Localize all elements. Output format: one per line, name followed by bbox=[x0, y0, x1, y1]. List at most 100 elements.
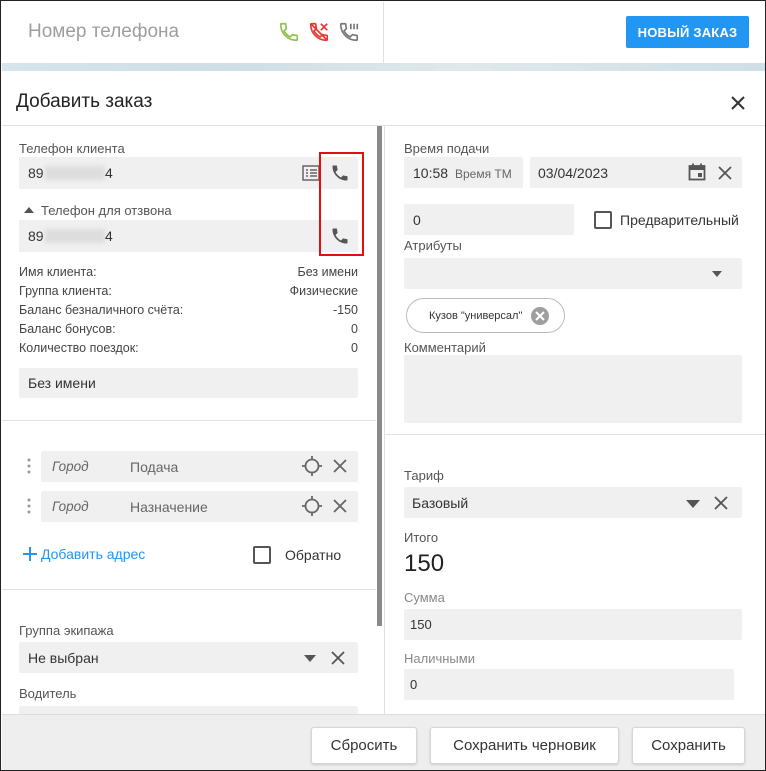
save-draft-button[interactable]: Сохранить черновик bbox=[430, 727, 619, 764]
chevron-down-icon[interactable] bbox=[304, 655, 316, 662]
callback-phone-field[interactable]: 89 4 bbox=[19, 220, 358, 252]
client-phone-field[interactable]: 89 4 bbox=[19, 157, 358, 189]
pickup-time-label: Время подачи bbox=[404, 141, 490, 156]
info-key: Имя клиента: bbox=[19, 265, 97, 279]
tariff-select[interactable]: Базовый bbox=[404, 487, 742, 518]
crew-group-value: Не выбран bbox=[28, 650, 99, 666]
crew-group-select[interactable]: Не выбран bbox=[19, 642, 358, 673]
time-value: 10:58 bbox=[413, 165, 449, 181]
app-window: Номер телефона НОВЫЙ ЗАКАЗ Добавить зака… bbox=[0, 0, 766, 771]
sum-label: Сумма bbox=[404, 590, 445, 605]
client-phone-prefix: 89 bbox=[28, 165, 44, 181]
attributes-label: Атрибуты bbox=[404, 238, 462, 253]
comment-textarea[interactable] bbox=[404, 355, 742, 423]
new-order-button[interactable]: НОВЫЙ ЗАКАЗ bbox=[626, 16, 749, 48]
city-placeholder: Город bbox=[52, 499, 89, 514]
top-bar: Номер телефона НОВЫЙ ЗАКАЗ bbox=[2, 2, 765, 64]
close-icon[interactable] bbox=[728, 93, 748, 113]
clear-icon[interactable] bbox=[714, 496, 728, 510]
pickup-address-field[interactable]: Город Подача bbox=[41, 451, 358, 482]
cash-field[interactable]: 0 bbox=[404, 669, 734, 700]
divider bbox=[385, 434, 765, 435]
client-info-row: Баланс безналичного счёта: -150 bbox=[19, 303, 358, 322]
client-info-row: Баланс бонусов: 0 bbox=[19, 322, 358, 341]
attributes-select[interactable] bbox=[404, 258, 742, 289]
info-value: Без имени bbox=[297, 265, 359, 279]
save-button[interactable]: Сохранить bbox=[632, 727, 745, 764]
chevron-down-icon[interactable] bbox=[712, 271, 722, 277]
sum-field[interactable]: 150 bbox=[404, 609, 742, 640]
minutes-input[interactable]: 0 bbox=[404, 204, 574, 235]
locate-icon[interactable] bbox=[302, 496, 322, 516]
right-panel: Время подачи 10:58 Время ТМ 03/04/2023 0… bbox=[384, 126, 765, 714]
attribute-chip-label: Кузов "универсал" bbox=[429, 310, 523, 322]
date-value: 03/04/2023 bbox=[538, 165, 609, 181]
time-zone-label: Время ТМ bbox=[455, 167, 512, 181]
scrollbar[interactable] bbox=[377, 126, 382, 626]
return-label: Обратно bbox=[285, 547, 342, 563]
call-hold-icon[interactable] bbox=[338, 21, 360, 43]
attribute-chip[interactable]: Кузов "универсал" bbox=[406, 298, 565, 333]
destination-address-field[interactable]: Город Назначение bbox=[41, 491, 358, 522]
phone-number-input[interactable]: Номер телефона bbox=[28, 21, 179, 43]
crew-group-label: Группа экипажа bbox=[19, 623, 114, 638]
client-info-row: Имя клиента: Без имени bbox=[19, 265, 358, 284]
redacted-digits bbox=[45, 229, 105, 243]
clear-icon[interactable] bbox=[333, 459, 347, 473]
clear-icon[interactable] bbox=[331, 651, 345, 665]
reset-button[interactable]: Сбросить bbox=[311, 727, 417, 764]
minutes-value: 0 bbox=[413, 212, 421, 228]
client-info-row: Количество поездок: 0 bbox=[19, 341, 358, 360]
clear-icon[interactable] bbox=[333, 499, 347, 513]
top-bar-divider bbox=[383, 2, 384, 64]
comment-label: Комментарий bbox=[404, 340, 486, 355]
info-value: Физические bbox=[289, 284, 358, 298]
drag-handle-icon[interactable] bbox=[26, 498, 32, 514]
call-icon[interactable] bbox=[278, 21, 300, 43]
locate-icon[interactable] bbox=[302, 456, 322, 476]
time-field[interactable]: 10:58 Время ТМ bbox=[404, 157, 523, 188]
info-value: 0 bbox=[351, 322, 358, 336]
sum-value: 150 bbox=[410, 617, 432, 632]
divider bbox=[2, 420, 376, 421]
client-info-row: Группа клиента: Физические bbox=[19, 284, 358, 303]
clear-icon[interactable] bbox=[718, 166, 732, 180]
address-placeholder: Назначение bbox=[130, 499, 208, 515]
info-key: Баланс безналичного счёта: bbox=[19, 303, 184, 317]
redacted-digits bbox=[45, 166, 105, 180]
info-key: Группа клиента: bbox=[19, 284, 112, 298]
info-key: Баланс бонусов: bbox=[19, 322, 116, 336]
tariff-label: Тариф bbox=[404, 468, 444, 483]
client-phone-suffix: 4 bbox=[105, 165, 113, 181]
cash-label: Наличными bbox=[404, 651, 475, 666]
client-name-field[interactable]: Без имени bbox=[19, 368, 358, 398]
map-background bbox=[2, 63, 765, 71]
tariff-value: Базовый bbox=[412, 495, 469, 511]
modal-header: Добавить заказ bbox=[2, 71, 765, 126]
hang-up-icon[interactable] bbox=[308, 21, 330, 43]
driver-label: Водитель bbox=[19, 686, 77, 701]
collapse-arrow-icon[interactable] bbox=[24, 206, 34, 214]
preliminary-checkbox[interactable] bbox=[594, 211, 612, 229]
calendar-icon[interactable] bbox=[688, 163, 706, 181]
client-card-icon[interactable] bbox=[302, 164, 320, 182]
info-value: 0 bbox=[351, 341, 358, 355]
cash-value: 0 bbox=[410, 677, 418, 692]
date-field[interactable]: 03/04/2023 bbox=[530, 157, 742, 188]
highlight-box bbox=[319, 152, 364, 256]
footer-bar: Сбросить Сохранить черновик Сохранить bbox=[2, 714, 765, 770]
drag-handle-icon[interactable] bbox=[26, 458, 32, 474]
city-placeholder: Город bbox=[52, 459, 89, 474]
client-name-value: Без имени bbox=[28, 375, 96, 391]
add-address-label: Добавить адрес bbox=[41, 546, 146, 562]
modal-title: Добавить заказ bbox=[16, 91, 153, 112]
callback-phone-prefix: 89 bbox=[28, 228, 44, 244]
total-value: 150 bbox=[404, 550, 445, 577]
return-checkbox[interactable] bbox=[253, 546, 271, 564]
callback-phone-suffix: 4 bbox=[105, 228, 113, 244]
driver-select[interactable] bbox=[19, 706, 358, 714]
divider bbox=[2, 589, 376, 590]
chevron-down-icon[interactable] bbox=[686, 500, 700, 508]
info-value: -150 bbox=[332, 303, 358, 317]
remove-chip-icon[interactable] bbox=[530, 306, 550, 326]
